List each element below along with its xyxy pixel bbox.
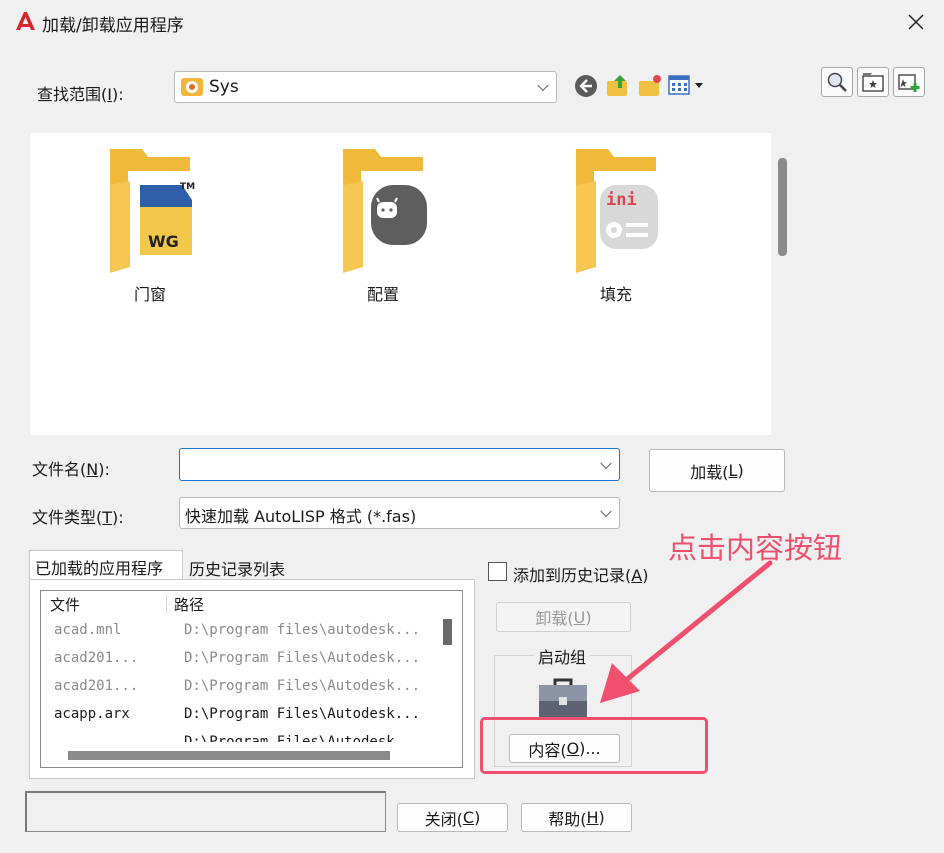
briefcase-icon: [539, 678, 587, 719]
row-file: acapp.arx: [54, 706, 130, 722]
close-window-button[interactable]: [898, 6, 934, 38]
load-button-key: L: [728, 461, 738, 480]
locate-button[interactable]: [857, 67, 889, 97]
lookin-label-pre: 查找范围(: [37, 85, 108, 104]
chevron-down-icon: [600, 457, 612, 469]
filetype-label-pre: 文件类型(: [32, 508, 103, 527]
lookin-value: Sys: [209, 77, 239, 97]
table-row[interactable]: acad.mnl D:\program files\autodesk...: [41, 617, 437, 645]
folder-dwg-icon: WG TM: [110, 149, 195, 273]
unload-pre: 卸载(: [535, 609, 574, 628]
table-row[interactable]: acad201... D:\Program Files\Autodesk...: [41, 673, 437, 701]
svg-text:ini: ini: [606, 190, 637, 210]
load-button[interactable]: 加载(L): [649, 449, 785, 492]
lookin-label: 查找范围(I):: [37, 81, 124, 105]
close-icon: [908, 14, 924, 30]
add-folder-icon: [898, 74, 920, 92]
tab-loaded-label: 已加载的应用程序: [35, 559, 164, 578]
folder-label: 门窗: [133, 285, 166, 304]
folder-label: 填充: [599, 285, 632, 304]
help-button[interactable]: 帮助(H): [521, 803, 632, 832]
row-path: D:\program files\autodesk...: [184, 622, 421, 638]
annotation-highlight-box: [480, 717, 708, 774]
view-menu-icon[interactable]: [668, 74, 708, 98]
row-path: D:\Program Files\Autodesk...: [184, 678, 421, 694]
row-file: acad201...: [54, 650, 139, 666]
close-key: C: [462, 808, 475, 827]
help-key: H: [586, 808, 599, 827]
horizontal-scrollbar-thumb[interactable]: [68, 751, 390, 760]
chevron-down-icon: [600, 505, 612, 518]
filename-label: 文件名(N):: [32, 456, 110, 480]
svg-text:TM: TM: [180, 182, 195, 192]
folder-ini-icon: ini: [576, 149, 660, 273]
row-path: D:\Program Files\Autodesk...: [184, 706, 421, 722]
filename-label-post: ):: [98, 460, 110, 479]
up-folder-icon[interactable]: [605, 72, 631, 98]
svg-text:WG: WG: [148, 232, 179, 251]
filename-label-pre: 文件名(: [32, 460, 87, 479]
table-row[interactable]: acad201... D:\Program Files\Autodesk...: [41, 645, 437, 673]
row-path: D:\Program Files\Autodesk...: [184, 650, 421, 666]
lookin-label-post: ):: [111, 85, 124, 104]
close-post: ): [474, 808, 481, 827]
horizontal-scrollbar[interactable]: [41, 742, 462, 767]
add-to-history-checkbox[interactable]: [488, 562, 507, 581]
window-title: 加载/卸载应用程序: [42, 16, 184, 36]
chevron-down-icon: [537, 79, 549, 92]
filename-label-key: N: [86, 460, 99, 479]
loaded-apps-list[interactable]: 文件 路径 acad.mnl D:\program files\autodesk…: [40, 590, 463, 768]
startup-group-label: 启动组: [534, 644, 591, 668]
list-header: 文件 路径: [41, 591, 437, 617]
vertical-scrollbar-thumb[interactable]: [443, 619, 452, 645]
col-header-file[interactable]: 文件: [50, 594, 80, 615]
new-folder-icon[interactable]: [637, 72, 663, 98]
filetype-combo[interactable]: 快速加载 AutoLISP 格式 (*.fas): [179, 497, 620, 529]
filetype-value: 快速加载 AutoLISP 格式 (*.fas): [185, 507, 417, 526]
table-row[interactable]: acapp.arx D:\Program Files\Autodesk...: [41, 701, 437, 729]
help-post: ): [598, 808, 605, 827]
row-file: acad201...: [54, 678, 139, 694]
folder-sys-icon: [181, 78, 203, 96]
search-web-button[interactable]: [821, 67, 853, 97]
folder-item-peizhi[interactable]: 配置: [323, 145, 443, 305]
folder-item-tianchong[interactable]: ini 填充: [556, 145, 676, 305]
add-favorite-button[interactable]: [893, 67, 925, 97]
load-button-pre: 加载(: [690, 462, 729, 482]
load-button-post: ): [737, 461, 744, 480]
tab-history-label: 历史记录列表: [189, 560, 286, 579]
status-field: [25, 791, 386, 832]
tab-loaded-apps[interactable]: 已加载的应用程序: [29, 550, 183, 580]
back-icon[interactable]: [574, 74, 598, 98]
file-view-pane[interactable]: WG TM 门窗 配置 ini 填充: [30, 133, 771, 435]
folder-android-icon: [343, 149, 427, 273]
row-file: acad.mnl: [54, 622, 122, 638]
lookin-combo[interactable]: Sys: [174, 71, 557, 103]
filename-combo[interactable]: [179, 448, 620, 481]
folder-star-icon: [862, 73, 884, 92]
filetype-label-post: ):: [112, 508, 124, 527]
col-divider: [166, 595, 167, 613]
close-pre: 关闭(: [424, 809, 463, 829]
col-header-path[interactable]: 路径: [174, 594, 204, 615]
folder-item-menchuang[interactable]: WG TM 门窗: [90, 145, 210, 305]
annotation-arrow-icon: [600, 560, 773, 703]
annotation-text: 点击内容按钮: [668, 531, 843, 565]
title-bar: 加载/卸载应用程序: [0, 0, 944, 44]
close-button[interactable]: 关闭(C): [397, 803, 508, 832]
unload-key: U: [573, 607, 586, 627]
search-globe-icon: [827, 72, 847, 92]
autocad-logo-icon: [16, 12, 35, 30]
help-pre: 帮助(: [548, 809, 587, 829]
file-pane-scrollbar[interactable]: [778, 158, 787, 256]
folder-label: 配置: [366, 285, 399, 304]
filetype-label-key: T: [102, 508, 113, 527]
filetype-label: 文件类型(T):: [32, 504, 124, 528]
tab-history-list[interactable]: 历史记录列表: [184, 554, 300, 580]
